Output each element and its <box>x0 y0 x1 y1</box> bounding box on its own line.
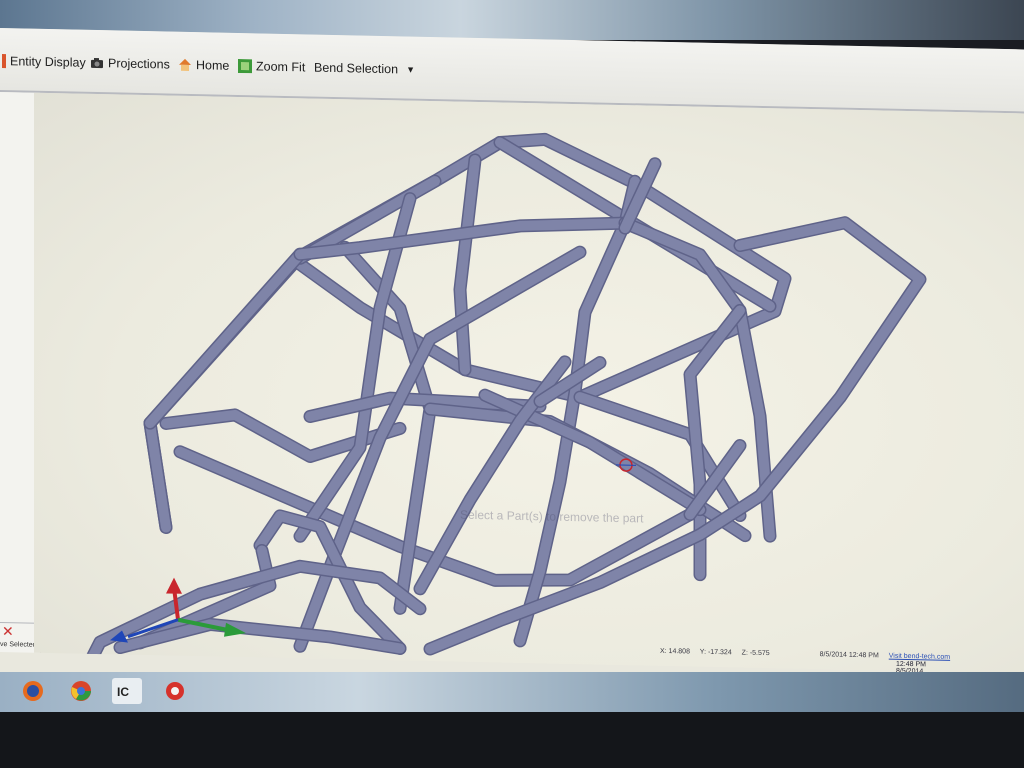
app-red-icon[interactable] <box>160 678 190 704</box>
projections-button[interactable]: Projections <box>90 56 170 72</box>
zoom-fit-icon <box>238 58 252 74</box>
taskbar: IC <box>0 672 1024 712</box>
entity-display-icon <box>2 54 6 69</box>
roll-cage-model[interactable] <box>34 93 1024 674</box>
monitor-bezel-bottom <box>0 712 1024 768</box>
tube-segment[interactable] <box>145 249 305 429</box>
projections-label: Projections <box>108 56 170 72</box>
axis-y-head <box>166 577 182 594</box>
status-datetime: 8/5/2014 12:48 PM <box>819 651 879 660</box>
chrome-icon[interactable] <box>66 678 96 704</box>
remove-selected-label: ve Selected <box>0 641 37 649</box>
bend-selection-label: Bend Selection <box>314 60 399 77</box>
remove-selected-button[interactable]: ✕ ve Selected <box>0 622 38 654</box>
3d-viewport[interactable] <box>34 92 1024 674</box>
tube-segment[interactable] <box>480 390 705 515</box>
application-screen: Entity Display Projections Home Zoom Fit… <box>0 28 1024 722</box>
entity-display-button[interactable]: Entity Display <box>2 54 86 70</box>
tube-segment[interactable] <box>455 154 480 375</box>
home-label: Home <box>196 58 230 73</box>
entity-display-label: Entity Display <box>10 54 86 70</box>
svg-text:IC: IC <box>117 685 129 699</box>
coord-y: Y: -17.324 <box>699 648 732 657</box>
home-icon <box>179 58 191 71</box>
close-icon: ✕ <box>2 623 14 640</box>
home-button[interactable]: Home <box>178 58 229 73</box>
visit-link[interactable]: Visit bend-tech.com <box>889 653 950 661</box>
camera-icon <box>91 57 103 69</box>
bend-selection-dropdown[interactable]: Bend Selection ▼ <box>314 61 415 77</box>
chevron-down-icon: ▼ <box>406 64 416 75</box>
zoom-fit-button[interactable]: Zoom Fit <box>238 58 306 75</box>
coord-x: X: 14.808 <box>660 647 690 656</box>
firefox-icon[interactable] <box>18 678 48 704</box>
coord-z: Z: -5.575 <box>741 649 770 658</box>
zoom-fit-label: Zoom Fit <box>256 59 306 75</box>
bend-tech-taskbar-icon[interactable]: IC <box>112 678 142 704</box>
